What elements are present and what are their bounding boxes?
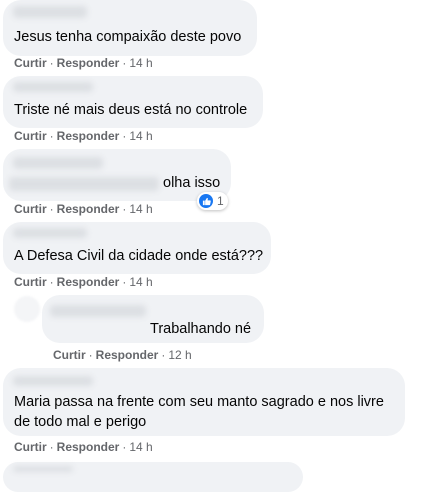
redacted-author-name [13, 376, 93, 386]
reply-link[interactable]: Responder [57, 275, 120, 289]
like-link[interactable]: Curtir [53, 348, 86, 362]
comment-text: A Defesa Civil da cidade onde está??? [14, 248, 264, 264]
reaction-count[interactable]: 1 [197, 192, 228, 210]
redacted-author-name [13, 82, 93, 92]
timestamp[interactable]: 14 h [129, 129, 152, 143]
timestamp[interactable]: 14 h [129, 440, 152, 454]
like-link[interactable]: Curtir [14, 56, 47, 70]
timestamp[interactable]: 12 h [168, 348, 191, 362]
comment-text: Trabalhando né [150, 321, 252, 337]
comment-actions: Curtir · Responder · 14 h [14, 202, 153, 216]
timestamp[interactable]: 14 h [129, 275, 152, 289]
comment-actions: Curtir · Responder · 12 h [53, 348, 192, 362]
comment-actions: Curtir · Responder · 14 h [14, 275, 153, 289]
comment-bubble: olha isso [3, 149, 231, 201]
redacted-author-name [13, 466, 73, 472]
timestamp[interactable]: 14 h [129, 202, 152, 216]
reply-link[interactable]: Responder [57, 129, 120, 143]
reply-bubble: Trabalhando né [42, 295, 264, 343]
comment-bubble: A Defesa Civil da cidade onde está??? [3, 222, 271, 274]
redacted-author-name [13, 157, 103, 169]
like-link[interactable]: Curtir [14, 202, 47, 216]
like-link[interactable]: Curtir [14, 275, 47, 289]
reply-link[interactable]: Responder [57, 202, 120, 216]
comment-text: Jesus tenha compaixão deste povo [14, 29, 242, 45]
timestamp[interactable]: 14 h [129, 56, 152, 70]
like-reaction-icon [199, 194, 213, 208]
comment-text: Maria passa na frente com seu manto sagr… [14, 394, 384, 430]
redacted-author-name [50, 305, 146, 317]
comment-text: Triste né mais deus está no controle [14, 102, 248, 118]
reply-avatar[interactable] [14, 296, 40, 322]
comment-bubble [3, 462, 303, 492]
reply-link[interactable]: Responder [57, 56, 120, 70]
comment-bubble: Jesus tenha compaixão deste povo [3, 0, 257, 56]
comment-actions: Curtir · Responder · 14 h [14, 56, 153, 70]
reply-link[interactable]: Responder [57, 440, 120, 454]
like-link[interactable]: Curtir [14, 129, 47, 143]
redacted-author-name [13, 228, 87, 238]
comment-actions: Curtir · Responder · 14 h [14, 129, 153, 143]
comment-bubble: Triste né mais deus está no controle [3, 76, 263, 128]
like-link[interactable]: Curtir [14, 440, 47, 454]
reply-link[interactable]: Responder [96, 348, 159, 362]
comment-text: olha isso [163, 175, 221, 191]
comment-bubble: Maria passa na frente com seu manto sagr… [3, 368, 405, 436]
reaction-count-value: 1 [217, 194, 224, 208]
comment-actions: Curtir · Responder · 14 h [14, 440, 153, 454]
redacted-mention [9, 177, 159, 191]
redacted-author-name [13, 6, 87, 18]
